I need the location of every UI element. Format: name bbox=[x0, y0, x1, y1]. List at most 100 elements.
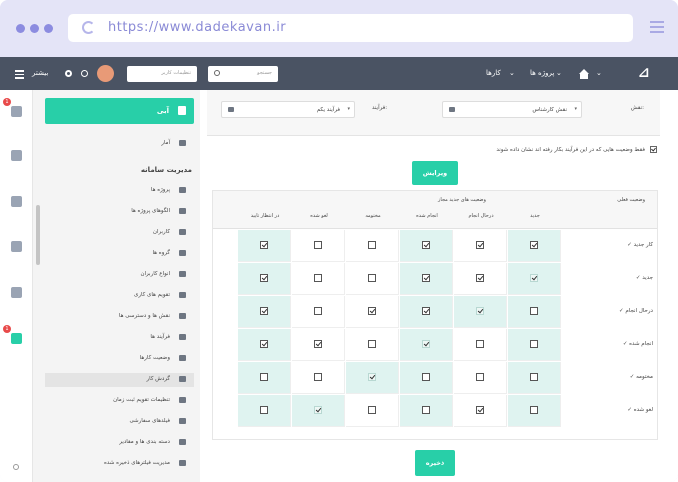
transition-checkbox[interactable] bbox=[530, 406, 538, 414]
checklist-icon[interactable] bbox=[11, 241, 22, 252]
role-select[interactable]: نقش کارشناس ▾ bbox=[442, 101, 582, 118]
more-button[interactable]: بیشتر bbox=[32, 69, 48, 77]
sidebar-item-processes[interactable]: فرآیند ها bbox=[45, 331, 194, 345]
workflow-icon bbox=[179, 376, 186, 382]
browser-menu-icon[interactable] bbox=[650, 21, 664, 36]
lightbulb-icon[interactable] bbox=[11, 196, 22, 207]
transition-checkbox[interactable] bbox=[314, 307, 322, 315]
transition-checkbox[interactable] bbox=[422, 274, 430, 282]
transition-checkbox[interactable] bbox=[368, 274, 376, 282]
transition-checkbox[interactable] bbox=[368, 340, 376, 348]
main-content: نقش: نقش کارشناس ▾ فرآیند: فرآیند یکم ▾ فق… bbox=[207, 90, 660, 482]
transition-checkbox[interactable] bbox=[476, 340, 484, 348]
filter-panel: نقش: نقش کارشناس ▾ فرآیند: فرآیند یکم ▾ bbox=[207, 90, 660, 136]
settings-small-icon[interactable] bbox=[13, 464, 19, 470]
grid-cell bbox=[400, 230, 453, 262]
url-text[interactable]: https://www.dadekavan.ir bbox=[108, 20, 286, 35]
sidebar-item-custom-fields[interactable]: فیلدهای سفارشی bbox=[45, 415, 194, 429]
edit-button[interactable]: ویرایش bbox=[412, 161, 458, 185]
transition-checkbox[interactable] bbox=[422, 373, 430, 381]
avatar[interactable] bbox=[97, 65, 114, 82]
sidebar-item-calendars[interactable]: تقویم های کاری bbox=[45, 289, 194, 303]
transition-checkbox[interactable] bbox=[368, 406, 376, 414]
transition-checkbox[interactable] bbox=[530, 307, 538, 315]
sidebar-item-projects[interactable]: پروژه ها bbox=[45, 184, 194, 198]
grid-cell bbox=[508, 362, 561, 394]
only-used-checkbox[interactable]: فقط وضعیت هایی که در این فرآیند بکار رفت… bbox=[357, 146, 657, 156]
sidebar-item-task-statuses[interactable]: وضعیت کارها bbox=[45, 352, 194, 366]
transition-checkbox[interactable] bbox=[260, 406, 268, 414]
sidebar-item-roles[interactable]: نقش ها و دسترسی ها bbox=[45, 310, 194, 324]
grid-cell bbox=[346, 230, 399, 262]
sidebar-item-groups[interactable]: گروه ها bbox=[45, 247, 194, 261]
window-dot[interactable] bbox=[30, 24, 39, 33]
chat-icon[interactable] bbox=[11, 287, 22, 298]
user-icon bbox=[179, 229, 186, 235]
transition-checkbox[interactable] bbox=[260, 241, 268, 249]
menu-icon[interactable] bbox=[15, 70, 24, 79]
transition-checkbox[interactable] bbox=[368, 241, 376, 249]
sidebar-item-stats[interactable]: آمار bbox=[45, 137, 194, 151]
sidebar-item-categories[interactable]: دسته بندی ها و مقادیر bbox=[45, 436, 194, 450]
sidebar-scrollbar[interactable] bbox=[36, 205, 40, 265]
sidebar-item-label: تقویم های کاری bbox=[134, 292, 170, 298]
gear-icon[interactable] bbox=[65, 70, 72, 77]
transition-checkbox[interactable] bbox=[476, 274, 484, 282]
sidebar-item-users[interactable]: کاربران bbox=[45, 226, 194, 240]
user-settings-placeholder: تنظیمات کاربر bbox=[161, 70, 191, 76]
flag-icon[interactable] bbox=[11, 106, 22, 117]
transition-checkbox[interactable] bbox=[476, 307, 484, 315]
transition-checkbox[interactable] bbox=[260, 373, 268, 381]
transition-checkbox[interactable] bbox=[476, 373, 484, 381]
transition-checkbox[interactable] bbox=[314, 241, 322, 249]
sidebar-item-project-templates[interactable]: الگوهای پروژه ها bbox=[45, 205, 194, 219]
transition-checkbox[interactable] bbox=[530, 373, 538, 381]
left-rail: 1 1 bbox=[0, 90, 33, 482]
transition-checkbox[interactable] bbox=[260, 307, 268, 315]
column-header: جدید bbox=[530, 213, 540, 219]
user-settings-field[interactable]: تنظیمات کاربر bbox=[127, 66, 197, 82]
sidebar-item-workflow[interactable]: گردش کار bbox=[45, 373, 194, 387]
alarm-icon[interactable] bbox=[11, 333, 22, 344]
transition-checkbox[interactable] bbox=[476, 241, 484, 249]
list-icon bbox=[228, 107, 234, 112]
transition-checkbox[interactable] bbox=[422, 406, 430, 414]
transition-checkbox[interactable] bbox=[530, 340, 538, 348]
sidebar-primary-button[interactable]: آبی bbox=[45, 98, 194, 124]
nav-tasks[interactable]: کارها bbox=[486, 69, 501, 77]
process-select[interactable]: فرآیند یکم ▾ bbox=[221, 101, 355, 118]
transition-checkbox[interactable] bbox=[368, 373, 376, 381]
search-input[interactable]: جستجو bbox=[208, 66, 278, 82]
address-bar[interactable]: https://www.dadekavan.ir bbox=[68, 14, 633, 42]
transition-checkbox[interactable] bbox=[314, 406, 322, 414]
reload-icon[interactable] bbox=[82, 21, 95, 34]
transition-checkbox[interactable] bbox=[314, 340, 322, 348]
sidebar-primary-label: آبی bbox=[156, 107, 169, 115]
checkbox-icon[interactable] bbox=[650, 146, 657, 153]
transition-checkbox[interactable] bbox=[260, 340, 268, 348]
transition-checkbox[interactable] bbox=[530, 241, 538, 249]
transition-checkbox[interactable] bbox=[476, 406, 484, 414]
user-types-icon bbox=[179, 271, 186, 277]
transition-checkbox[interactable] bbox=[422, 307, 430, 315]
window-dot[interactable] bbox=[44, 24, 53, 33]
sidebar-item-label: آمار bbox=[161, 140, 170, 146]
transition-checkbox[interactable] bbox=[422, 241, 430, 249]
sidebar-item-time-settings[interactable]: تنظیمات تقویم ثبت زمان bbox=[45, 394, 194, 408]
nav-projects[interactable]: پروژه ها bbox=[530, 69, 554, 77]
transition-checkbox[interactable] bbox=[314, 373, 322, 381]
transition-checkbox[interactable] bbox=[314, 274, 322, 282]
fields-icon bbox=[179, 418, 186, 424]
sidebar-item-user-types[interactable]: انواع کاربران bbox=[45, 268, 194, 282]
save-button[interactable]: ذخیره bbox=[415, 450, 455, 476]
transition-checkbox[interactable] bbox=[368, 307, 376, 315]
user-icon[interactable] bbox=[11, 150, 22, 161]
transition-checkbox[interactable] bbox=[530, 274, 538, 282]
transition-checkbox[interactable] bbox=[260, 274, 268, 282]
row-label: ✓ کار جدید bbox=[627, 242, 653, 248]
transition-checkbox[interactable] bbox=[422, 340, 430, 348]
row-label: ✓ لغو شده bbox=[627, 407, 653, 413]
window-dot[interactable] bbox=[16, 24, 25, 33]
sidebar-item-saved-filters[interactable]: مدیریت فیلترهای ذخیره شده bbox=[45, 457, 194, 471]
power-icon[interactable] bbox=[81, 70, 88, 77]
